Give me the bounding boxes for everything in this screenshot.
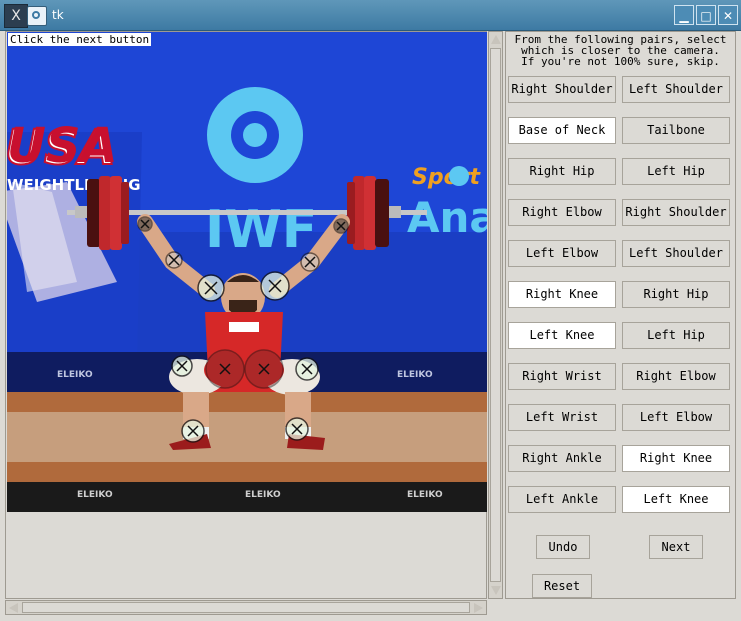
scroll-right-arrow-icon[interactable] xyxy=(474,603,483,613)
window-menu-icon[interactable] xyxy=(27,6,47,26)
scroll-left-arrow-icon[interactable] xyxy=(9,603,18,613)
joint-marker-left-elbow[interactable] xyxy=(300,252,320,272)
board-text: ELEIKO xyxy=(57,370,93,380)
board-text-2: ELEIKO xyxy=(397,370,433,380)
pair-4-left-button[interactable]: Left Elbow xyxy=(508,240,616,267)
sponsor2-banner-text: Ana xyxy=(407,193,487,242)
joint-marker-left-hip[interactable] xyxy=(244,349,284,389)
joint-marker-right-elbow[interactable] xyxy=(165,251,183,269)
pair-0-left-button[interactable]: Right Shoulder xyxy=(508,76,616,103)
joint-marker-right-knee[interactable] xyxy=(171,355,193,377)
edge-text-3: ELEIKO xyxy=(407,490,443,500)
pair-6-right-button[interactable]: Left Hip xyxy=(622,322,730,349)
pair-2-right-button[interactable]: Left Hip xyxy=(622,158,730,185)
pair-9-right-button[interactable]: Right Knee xyxy=(622,445,730,472)
joint-marker-right-wrist[interactable] xyxy=(137,216,153,232)
pair-5-right-button[interactable]: Right Hip xyxy=(622,281,730,308)
pair-2-left-button[interactable]: Right Hip xyxy=(508,158,616,185)
x-logo-icon[interactable]: X xyxy=(4,4,28,28)
joint-marker-right-shoulder[interactable] xyxy=(197,274,225,302)
pair-5-left-button[interactable]: Right Knee xyxy=(508,281,616,308)
vertical-scroll-thumb[interactable] xyxy=(490,48,501,582)
iwf-banner-text: IWF xyxy=(205,200,317,260)
pair-10-right-button[interactable]: Left Knee xyxy=(622,486,730,513)
joint-marker-left-shoulder[interactable] xyxy=(260,271,290,301)
maximize-button[interactable]: □ xyxy=(696,5,716,25)
status-label: Click the next button xyxy=(8,33,152,46)
edge-text-1: ELEIKO xyxy=(77,490,113,500)
next-button[interactable]: Next xyxy=(649,535,703,559)
pair-10-left-button[interactable]: Left Ankle xyxy=(508,486,616,513)
pair-selection-panel: From the following pairs, select which i… xyxy=(505,31,736,599)
horizontal-scroll-thumb[interactable] xyxy=(22,602,470,613)
pair-9-left-button[interactable]: Right Ankle xyxy=(508,445,616,472)
minimize-button[interactable]: ▁ xyxy=(674,5,694,25)
edge-text-2: ELEIKO xyxy=(245,490,281,500)
horizontal-scrollbar[interactable] xyxy=(5,600,487,615)
scroll-up-arrow-icon[interactable] xyxy=(491,35,501,44)
joint-marker-right-hip[interactable] xyxy=(205,349,245,389)
pair-0-right-button[interactable]: Left Shoulder xyxy=(622,76,730,103)
scroll-down-arrow-icon[interactable] xyxy=(491,586,501,595)
pair-8-right-button[interactable]: Left Elbow xyxy=(622,404,730,431)
joint-marker-left-knee[interactable] xyxy=(295,357,319,381)
joint-marker-right-ankle[interactable] xyxy=(181,419,205,443)
title-bar: X tk ▁ □ ✕ xyxy=(0,0,741,31)
pair-8-left-button[interactable]: Left Wrist xyxy=(508,404,616,431)
close-button[interactable]: ✕ xyxy=(718,5,738,25)
left-plate-outer xyxy=(87,179,101,247)
joint-marker-left-ankle[interactable] xyxy=(285,417,309,441)
athlete-photo[interactable]: Click the next button USA USA WEIGHTLIFT… xyxy=(7,32,487,512)
pair-6-left-button[interactable]: Left Knee xyxy=(508,322,616,349)
vertical-scrollbar[interactable] xyxy=(488,31,503,599)
pair-3-right-button[interactable]: Right Shoulder xyxy=(622,199,730,226)
reset-button[interactable]: Reset xyxy=(532,574,592,598)
joint-marker-left-wrist[interactable] xyxy=(333,218,349,234)
pair-4-right-button[interactable]: Left Shoulder xyxy=(622,240,730,267)
pair-7-left-button[interactable]: Right Wrist xyxy=(508,363,616,390)
window-title: tk xyxy=(52,8,64,22)
undo-button[interactable]: Undo xyxy=(536,535,590,559)
pair-3-left-button[interactable]: Right Elbow xyxy=(508,199,616,226)
photo-scene: USA USA WEIGHTLIFTING IWF Sport Ana ELEI… xyxy=(7,32,487,512)
pair-1-left-button[interactable]: Base of Neck xyxy=(508,117,616,144)
usa-banner-shadow-text: USA xyxy=(7,118,118,174)
pair-1-right-button[interactable]: Tailbone xyxy=(622,117,730,144)
image-canvas[interactable]: Click the next button USA USA WEIGHTLIFT… xyxy=(5,31,487,599)
instructions-text: From the following pairs, select which i… xyxy=(514,33,727,68)
sponsor-banner-text: Sport xyxy=(412,165,482,190)
pair-7-right-button[interactable]: Right Elbow xyxy=(622,363,730,390)
